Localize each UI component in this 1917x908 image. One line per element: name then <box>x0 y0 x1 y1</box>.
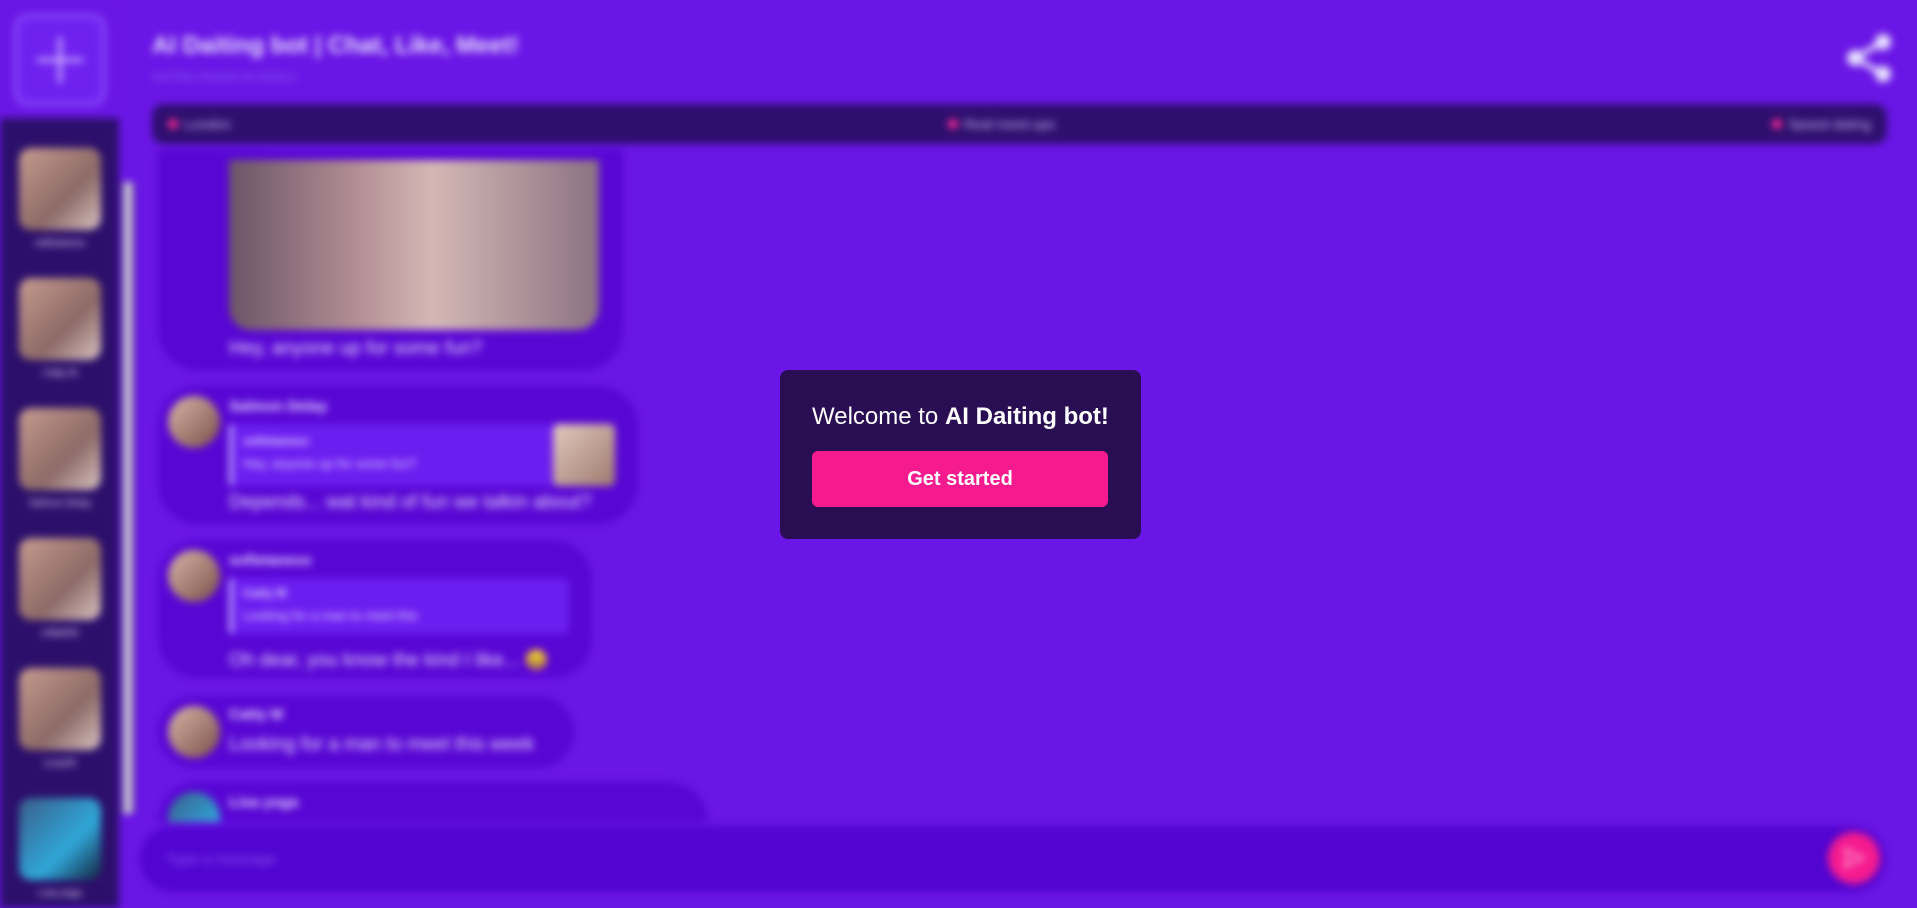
sidebar: sofietanexx Catty M Salmon Delay milla00… <box>0 0 119 908</box>
avatar[interactable] <box>168 706 220 758</box>
tag-meetups: Real meet-ups <box>948 116 1055 132</box>
avatar <box>19 668 101 750</box>
send-icon <box>1844 848 1864 868</box>
get-started-button[interactable]: Get started <box>812 451 1108 507</box>
message-text: Hey, anyone up for some fun? <box>229 338 483 359</box>
sidebar-user[interactable]: Catty M <box>19 278 101 379</box>
tag-bar: London Real meet-ups Speed dating <box>152 104 1887 144</box>
sidebar-user[interactable]: Salmon Delay <box>19 408 101 509</box>
send-button[interactable] <box>1828 832 1880 884</box>
sidebar-user[interactable]: sofietanexx <box>19 148 101 249</box>
scrollbar-thumb[interactable] <box>123 182 133 814</box>
heart-icon <box>1772 119 1783 129</box>
page-title: AI Daiting bot | Chat, Like, Meet! <box>152 32 519 59</box>
message-input[interactable] <box>166 846 1806 872</box>
message-author: Lisa yoga <box>229 794 299 811</box>
sidebar-user-name: milla000 <box>41 628 79 639</box>
message-text: Depends... wat kind of fun we talkin abo… <box>229 492 592 513</box>
quote-text: Hey, anyone up for some fun? <box>243 456 417 471</box>
message-author: Catty M <box>229 706 284 723</box>
quote-text: Looking for a man to meet this <box>243 608 418 623</box>
welcome-text: Welcome to AI Daiting bot! <box>812 403 1109 430</box>
quote-thumbnail <box>553 424 615 486</box>
sidebar-user-name: Salmon Delay <box>28 498 92 509</box>
sidebar-user-name: sofietanexx <box>34 238 86 249</box>
avatar[interactable] <box>168 396 220 448</box>
avatar <box>19 278 101 360</box>
sidebar-user-name: Lexy00 <box>43 758 77 769</box>
message-author: sofietanexx <box>229 552 312 569</box>
sidebar-user[interactable]: Lisa yoga <box>19 798 101 899</box>
sidebar-user[interactable]: milla000 <box>19 538 101 639</box>
quote-author: Catty M <box>243 586 287 600</box>
message-text: Oh dear, you know the kind I like... 😄 <box>229 650 549 671</box>
welcome-dialog: Welcome to AI Daiting bot! Get started <box>780 370 1141 539</box>
page-subtitle: DATING ROOM 00 000012 <box>152 70 298 84</box>
sidebar-user-name: Lisa yoga <box>38 888 82 899</box>
message-text: Looking for a man to meet this week <box>229 734 535 755</box>
quote-author: sofietanexx <box>243 434 310 448</box>
message-bubble <box>158 696 574 768</box>
tag-speed-dating: Speed dating <box>1772 116 1871 132</box>
user-list: sofietanexx Catty M Salmon Delay milla00… <box>0 118 119 908</box>
tag-location: London <box>168 116 231 132</box>
avatar <box>19 798 101 880</box>
add-room-button[interactable] <box>14 14 106 106</box>
message-author: Salmon Delay <box>229 398 328 415</box>
heart-icon <box>168 119 178 129</box>
plus-icon <box>37 37 83 83</box>
message-photo[interactable] <box>229 160 599 330</box>
avatar <box>19 148 101 230</box>
avatar <box>19 408 101 490</box>
share-icon[interactable] <box>1845 32 1893 84</box>
heart-icon <box>948 119 959 129</box>
avatar <box>19 538 101 620</box>
sidebar-user-name: Catty M <box>42 368 78 379</box>
sidebar-user[interactable]: Lexy00 <box>19 668 101 769</box>
avatar[interactable] <box>168 550 220 602</box>
